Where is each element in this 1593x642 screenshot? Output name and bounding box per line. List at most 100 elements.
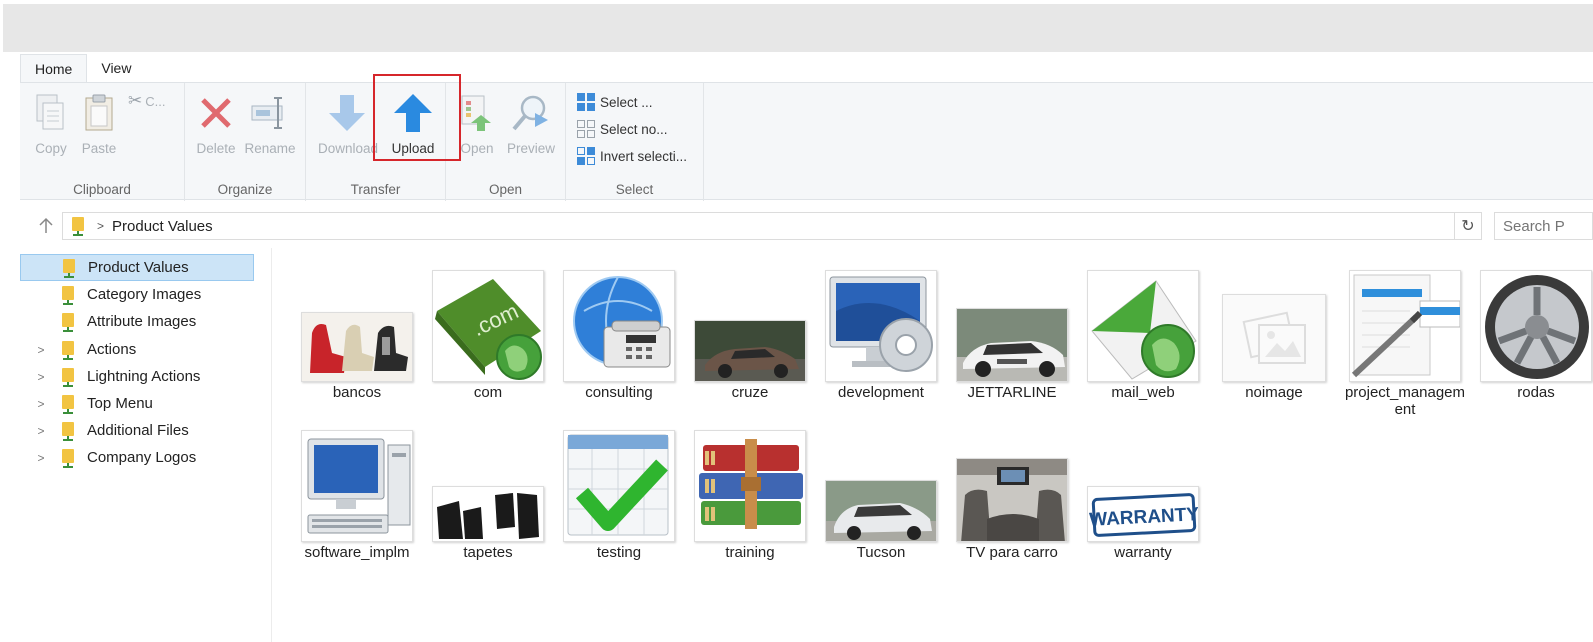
file-item[interactable]: JETTARLINE [951, 270, 1073, 401]
sidebar-item-label: Category Images [87, 286, 202, 303]
title-bar [3, 4, 1593, 52]
file-item[interactable]: training [689, 430, 811, 561]
suv-photo-icon [825, 480, 937, 542]
sidebar-item-attribute-images[interactable]: Attribute Images [20, 308, 254, 335]
delete-button[interactable]: Delete [187, 91, 245, 156]
organize-group-label: Organize [217, 182, 273, 197]
refresh-button[interactable]: ↻ [1454, 212, 1482, 240]
address-bar: > Product Values ↻ [20, 210, 1593, 242]
invert-selection-label: Invert selecti... [600, 148, 688, 164]
mail-globe-icon [1087, 270, 1199, 382]
sidebar-item-additional-files[interactable]: > Additional Files [20, 417, 254, 444]
file-name: noimage [1245, 384, 1303, 401]
cut-button[interactable]: ✂ C... [128, 91, 165, 111]
upload-button[interactable]: Upload [384, 91, 442, 156]
open-group: Open Preview Open [446, 83, 566, 201]
folder-icon [72, 217, 84, 236]
select-none-label: Select no... [600, 121, 668, 137]
paste-button[interactable]: Paste [70, 91, 128, 156]
sidebar-item-product-values[interactable]: Product Values [20, 254, 254, 281]
car-photo-icon [956, 308, 1068, 382]
chevron-right-icon[interactable]: > [34, 343, 48, 357]
car-mats-icon [432, 486, 544, 542]
sidebar-item-label: Top Menu [87, 395, 153, 412]
placeholder-image-icon [1222, 294, 1326, 382]
file-name: warranty [1114, 544, 1172, 561]
sidebar-item-lightning-actions[interactable]: > Lightning Actions [20, 363, 254, 390]
file-item[interactable]: tapetes [427, 430, 549, 561]
file-item[interactable]: noimage [1213, 270, 1335, 401]
cut-label: C... [145, 93, 166, 109]
file-name: com [473, 384, 503, 401]
up-arrow-icon[interactable] [36, 216, 56, 236]
file-name: Tucson [856, 544, 906, 561]
file-grid: bancos .com com consulting cruze develop… [296, 270, 1593, 642]
dot-com-folder-icon: .com [432, 270, 544, 382]
rename-icon [248, 91, 292, 135]
sidebar-item-top-menu[interactable]: > Top Menu [20, 390, 254, 417]
monitor-gear-icon [825, 270, 937, 382]
copy-icon [29, 91, 73, 135]
chevron-right-icon[interactable]: > [34, 424, 48, 438]
sidebar-item-label: Company Logos [87, 449, 197, 466]
folder-icon [62, 394, 74, 414]
sidebar-tree: Product Values Category Images Attribute… [20, 248, 272, 642]
file-item[interactable]: cruze [689, 270, 811, 401]
search-input[interactable] [1494, 212, 1593, 240]
upload-arrow-icon [391, 91, 435, 135]
file-item[interactable]: project_management [1344, 270, 1466, 418]
globe-phone-icon [563, 270, 675, 382]
file-name: bancos [332, 384, 382, 401]
books-icon [694, 430, 806, 542]
file-item[interactable]: mail_web [1082, 270, 1204, 401]
chevron-right-icon[interactable]: > [34, 370, 48, 384]
file-item[interactable]: development [820, 270, 942, 401]
chevron-right-icon[interactable]: > [34, 397, 48, 411]
file-name: project_management [1344, 384, 1466, 418]
paste-label: Paste [81, 141, 117, 156]
open-button[interactable]: Open [448, 91, 506, 156]
upload-label: Upload [391, 141, 435, 156]
rename-button[interactable]: Rename [241, 91, 299, 156]
tab-home[interactable]: Home [20, 54, 88, 82]
chevron-right-icon[interactable]: > [34, 451, 48, 465]
invert-selection-button[interactable]: Invert selecti... [576, 145, 687, 167]
sidebar-item-category-images[interactable]: Category Images [20, 281, 254, 308]
file-item[interactable]: testing [558, 430, 680, 561]
select-all-button[interactable]: Select ... [576, 91, 653, 113]
file-item[interactable]: WARRANTY warranty [1082, 430, 1204, 561]
sidebar-item-label: Attribute Images [87, 313, 197, 330]
address-path-box[interactable]: > Product Values [62, 212, 1456, 240]
select-none-button[interactable]: Select no... [576, 118, 668, 140]
file-item[interactable]: bancos [296, 270, 418, 401]
tab-view[interactable]: View [87, 54, 145, 82]
preview-button[interactable]: Preview [502, 91, 560, 156]
refresh-icon: ↻ [1461, 218, 1475, 235]
file-name: JETTARLINE [967, 384, 1057, 401]
file-item[interactable]: Tucson [820, 430, 942, 561]
file-item[interactable]: consulting [558, 270, 680, 401]
organize-group: Delete Rename Organize [185, 83, 306, 201]
sidebar-item-actions[interactable]: > Actions [20, 336, 254, 363]
file-name: training [725, 544, 775, 561]
sidebar-item-label: Lightning Actions [87, 368, 201, 385]
folder-icon [62, 421, 74, 441]
folder-icon [62, 448, 74, 468]
folder-icon [62, 367, 74, 387]
ribbon-tabs: Home View [20, 54, 145, 82]
warranty-stamp-icon: WARRANTY [1087, 486, 1199, 542]
delete-icon [194, 91, 238, 135]
download-button[interactable]: Download [318, 91, 378, 156]
file-item[interactable]: TV para carro [951, 430, 1073, 561]
file-item[interactable]: software_implm [296, 430, 418, 561]
folder-icon [63, 258, 75, 278]
car-photo-icon [694, 320, 806, 382]
file-item[interactable]: .com com [427, 270, 549, 401]
sidebar-item-company-logos[interactable]: > Company Logos [20, 444, 254, 471]
calendar-check-icon [563, 430, 675, 542]
chevron-right-icon: > [97, 219, 105, 233]
file-item[interactable]: rodas [1475, 270, 1593, 401]
transfer-group: Download Upload Transfer [306, 83, 446, 201]
clipboard-group-label: Clipboard [73, 182, 131, 197]
delete-label: Delete [196, 141, 236, 156]
